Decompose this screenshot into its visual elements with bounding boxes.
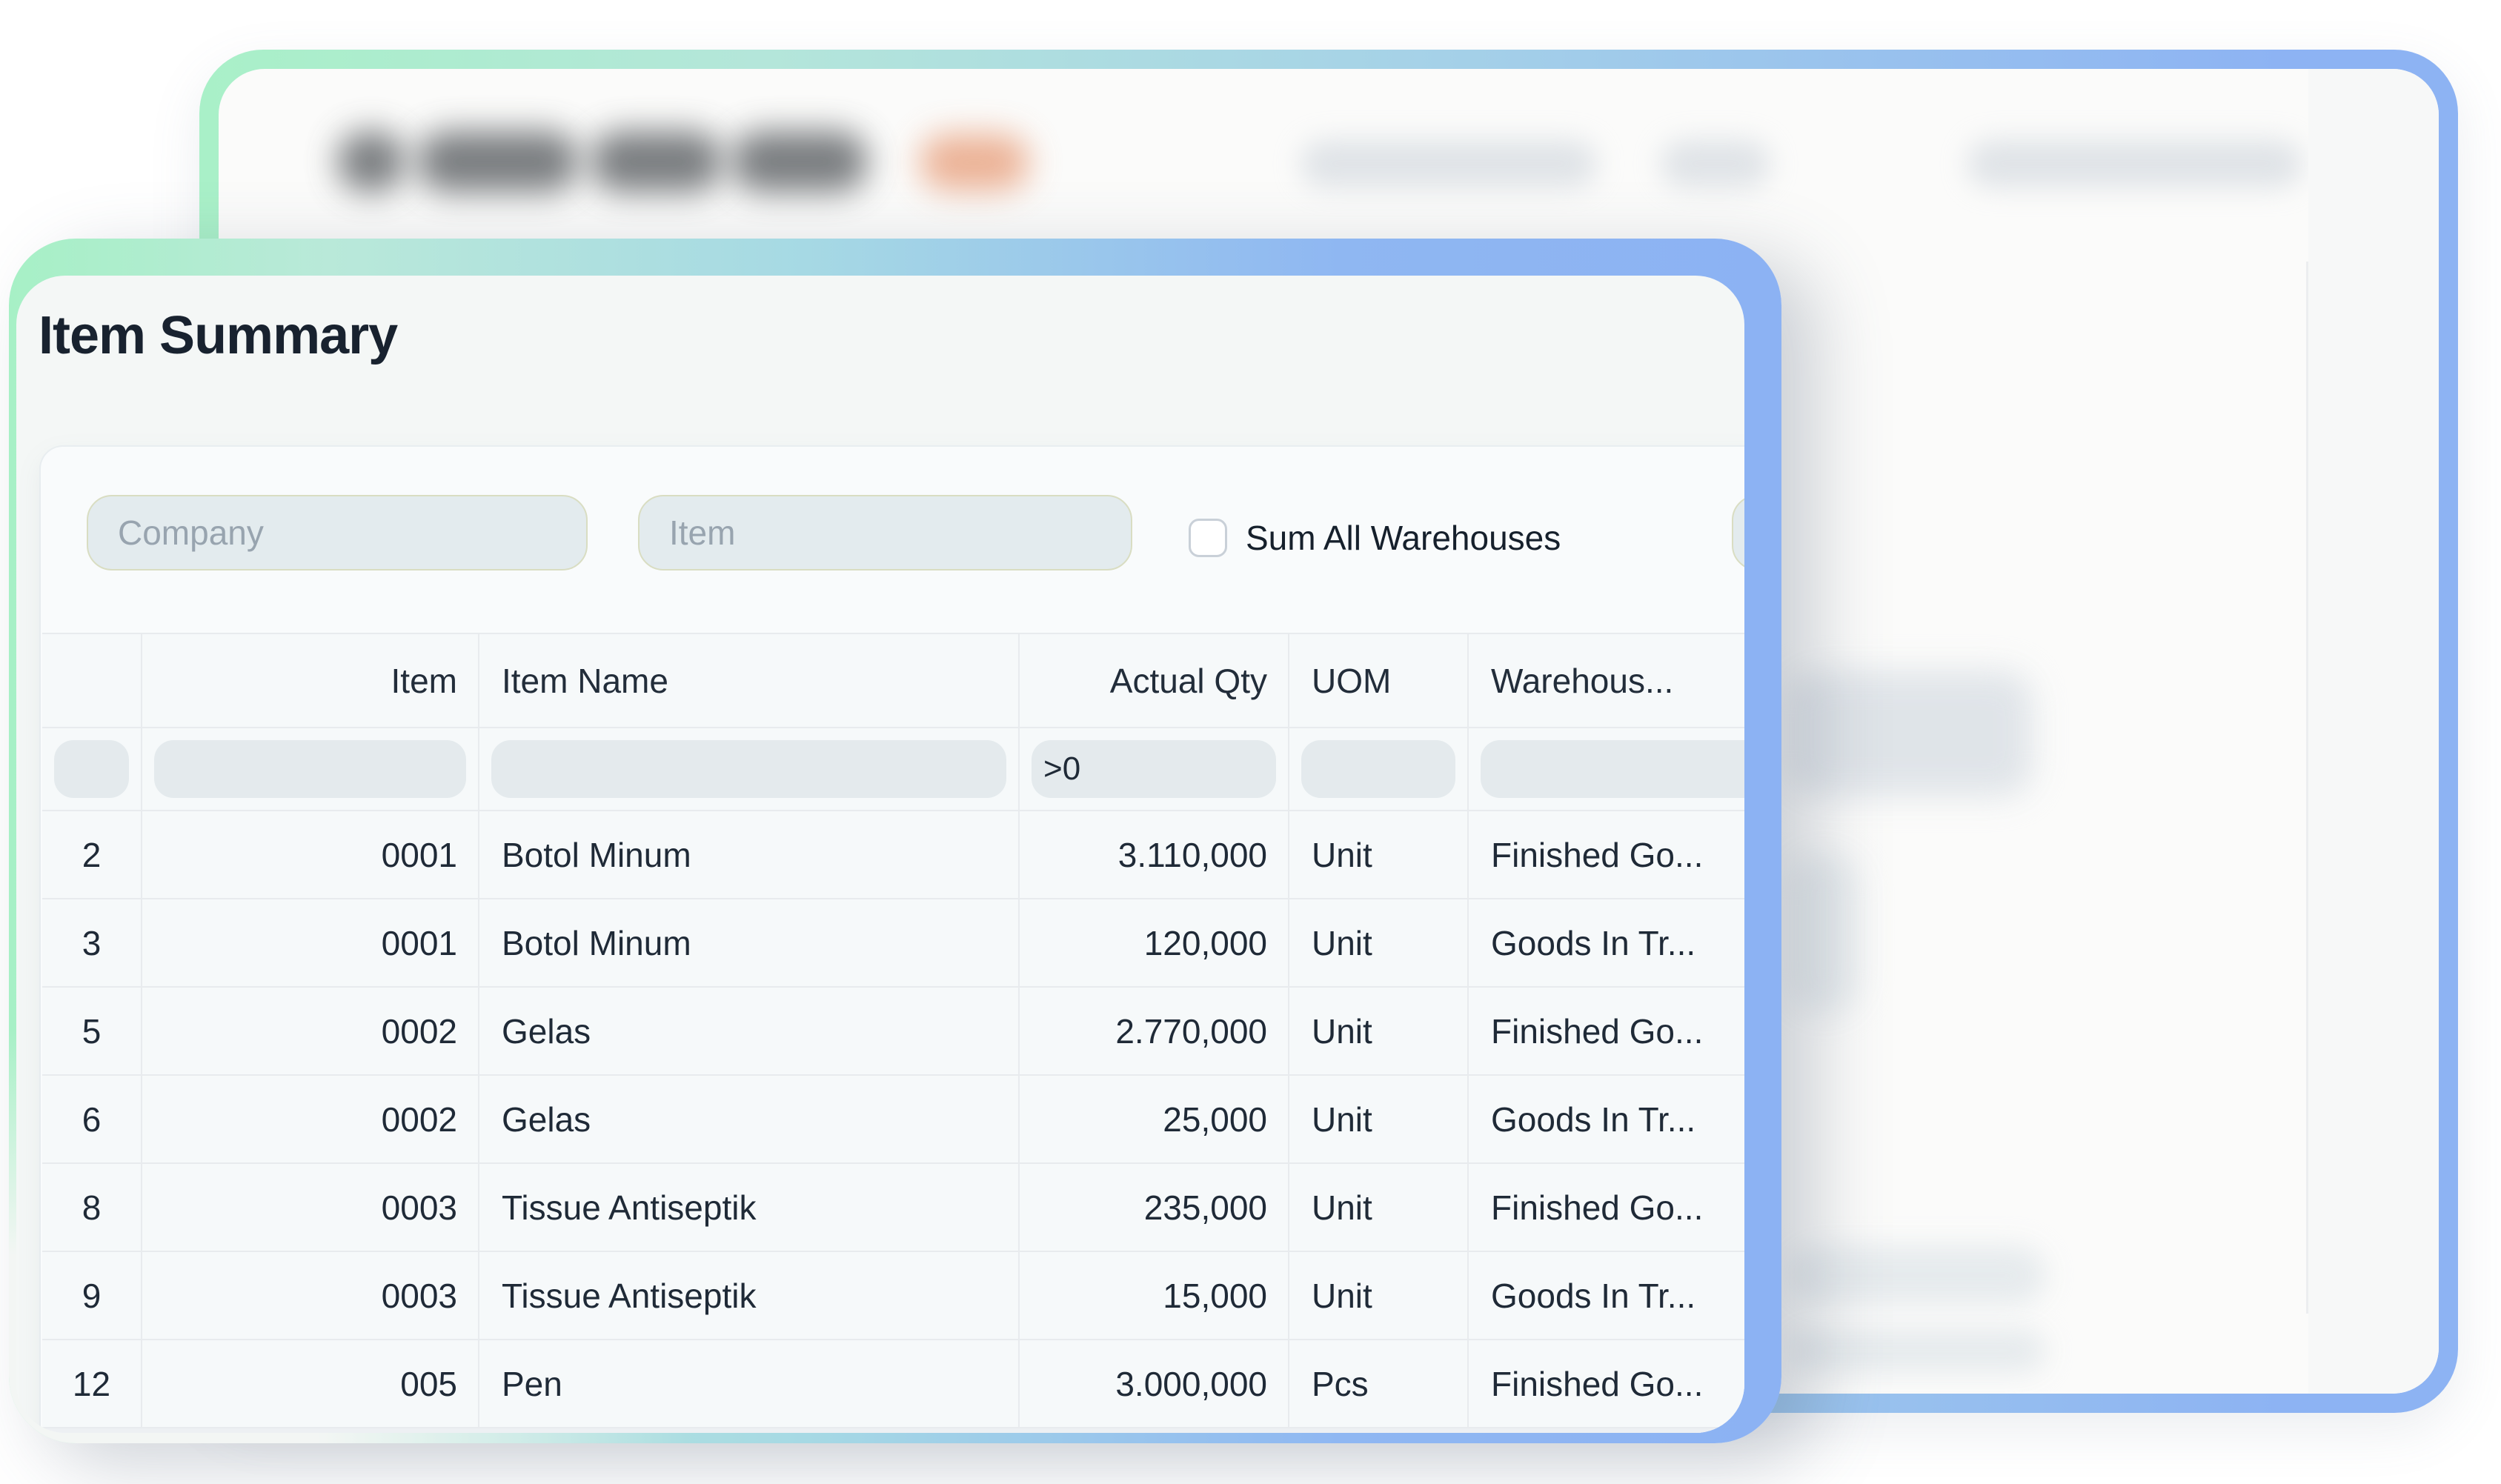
filter-input-item-name[interactable] [491,740,1006,798]
uom-cell[interactable]: Unit [1289,1076,1469,1162]
table-row[interactable]: 60002Gelas25,000UnitGoods In Tr... [42,1076,1744,1164]
warehouse-cell[interactable]: Goods In Tr... [1469,1076,1744,1162]
screen: Item Summary Company Item Sum All Wareho… [0,0,2501,1484]
actual-qty-cell[interactable]: 120,000 [1020,899,1289,986]
filter-table-card: Company Item Sum All Warehouses Item Ite… [41,447,1744,1433]
item-name-cell[interactable]: Tissue Antiseptik [479,1164,1020,1251]
blurred-content [1788,1245,2046,1305]
header-item[interactable]: Item [142,634,479,727]
item-code-cell[interactable]: 0001 [142,811,479,898]
warehouse-cell[interactable]: Finished Go... [1469,988,1744,1074]
warehouse-cell[interactable]: Finished Go... [1469,811,1744,898]
row-number-cell[interactable]: 3 [42,899,142,986]
warehouse-cell[interactable]: Goods In Tr... [1469,899,1744,986]
blurred-title-text [591,131,723,192]
uom-cell[interactable]: Unit [1289,988,1469,1074]
item-name-cell[interactable]: Botol Minum [479,899,1020,986]
blurred-content [1788,671,2033,796]
header-uom[interactable]: UOM [1289,634,1469,727]
filter-input-warehouse[interactable] [1481,740,1744,798]
item-code-cell[interactable]: 0003 [142,1252,479,1339]
warehouse-cell[interactable]: Finished Go... [1469,1164,1744,1251]
table-body: 20001Botol Minum3.110,000UnitFinished Go… [42,811,1744,1428]
clipped-next-row [42,1428,1744,1433]
table-filter-row: >0 [42,728,1744,811]
row-number-cell[interactable]: 5 [42,988,142,1074]
uom-cell[interactable]: Unit [1289,1252,1469,1339]
blurred-title-text [417,131,579,192]
blurred-toolbar-text [1661,140,1770,187]
filter-input-item[interactable] [154,740,466,798]
page-title: Item Summary [39,305,397,366]
item-code-cell[interactable]: 0002 [142,988,479,1074]
uom-cell[interactable]: Unit [1289,899,1469,986]
warehouse-cell[interactable]: Goods In Tr... [1469,1252,1744,1339]
table-row[interactable]: 12005Pen3.000,000PcsFinished Go... [42,1340,1744,1428]
actual-qty-cell[interactable]: 3.000,000 [1020,1340,1289,1427]
filter-cell-warehouse [1469,728,1744,810]
actual-qty-cell[interactable]: 235,000 [1020,1164,1289,1251]
uom-cell[interactable]: Unit [1289,1164,1469,1251]
header-row-number[interactable] [42,634,142,727]
uom-cell[interactable]: Pcs [1289,1340,1469,1427]
item-code-cell[interactable]: 0003 [142,1164,479,1251]
actual-qty-cell[interactable]: 2.770,000 [1020,988,1289,1074]
blurred-title-text [337,131,405,192]
blurred-toolbar-text [1301,140,1597,187]
item-code-cell[interactable]: 005 [142,1340,479,1427]
item-name-cell[interactable]: Gelas [479,988,1020,1074]
uom-cell[interactable]: Unit [1289,811,1469,898]
blurred-status-badge [920,134,1029,190]
item-summary-window: Item Summary Company Item Sum All Wareho… [9,239,1781,1443]
actual-qty-cell[interactable]: 25,000 [1020,1076,1289,1162]
filter-input-row-number[interactable] [54,740,129,798]
blurred-content [1788,1328,2046,1373]
row-number-cell[interactable]: 2 [42,811,142,898]
item-name-cell[interactable]: Botol Minum [479,811,1020,898]
table-row[interactable]: 30001Botol Minum120,000UnitGoods In Tr..… [42,899,1744,988]
filter-input-uom[interactable] [1301,740,1455,798]
table-row[interactable]: 20001Botol Minum3.110,000UnitFinished Go… [42,811,1744,899]
filter-cell-item [142,728,479,810]
background-pane-divider [2306,262,2308,1314]
table-header-row: Item Item Name Actual Qty UOM Warehous..… [42,634,1744,728]
header-actual-qty[interactable]: Actual Qty [1020,634,1289,727]
header-warehouse[interactable]: Warehous... [1469,634,1744,727]
item-code-cell[interactable]: 0002 [142,1076,479,1162]
filter-cell-actual-qty: >0 [1020,728,1289,810]
sum-all-warehouses-checkbox[interactable] [1189,519,1227,557]
row-number-cell[interactable]: 6 [42,1076,142,1162]
filter-cell-item-name [479,728,1020,810]
warehouse-cell[interactable]: Finished Go... [1469,1340,1744,1427]
company-input[interactable]: Company [87,495,588,570]
filter-value: >0 [1043,751,1080,788]
actual-qty-cell[interactable]: 15,000 [1020,1252,1289,1339]
sum-all-warehouses-label: Sum All Warehouses [1246,519,1561,557]
actual-qty-cell[interactable]: 3.110,000 [1020,811,1289,898]
filter-cell-row-number [42,728,142,810]
company-placeholder: Company [118,513,264,553]
row-number-cell[interactable]: 8 [42,1164,142,1251]
item-name-cell[interactable]: Gelas [479,1076,1020,1162]
table-row[interactable]: 50002Gelas2.770,000UnitFinished Go... [42,988,1744,1076]
blurred-title-text [731,131,868,192]
item-placeholder: Item [669,513,735,553]
item-summary-table: Item Item Name Actual Qty UOM Warehous..… [42,633,1744,1433]
item-name-cell[interactable]: Tissue Antiseptik [479,1252,1020,1339]
clipped-filter-input[interactable] [1732,495,1744,570]
filter-cell-uom [1289,728,1469,810]
item-summary-content: Item Summary Company Item Sum All Wareho… [16,276,1744,1433]
blurred-toolbar-text [1967,140,2302,187]
filter-input-actual-qty[interactable]: >0 [1032,740,1276,798]
blurred-content [1788,854,1859,1014]
row-number-cell[interactable]: 9 [42,1252,142,1339]
table-row[interactable]: 80003Tissue Antiseptik235,000UnitFinishe… [42,1164,1744,1252]
header-item-name[interactable]: Item Name [479,634,1020,727]
row-number-cell[interactable]: 12 [42,1340,142,1427]
item-code-cell[interactable]: 0001 [142,899,479,986]
item-name-cell[interactable]: Pen [479,1340,1020,1427]
table-row[interactable]: 90003Tissue Antiseptik15,000UnitGoods In… [42,1252,1744,1340]
background-side-pane [2308,69,2439,1394]
item-input[interactable]: Item [638,495,1132,570]
